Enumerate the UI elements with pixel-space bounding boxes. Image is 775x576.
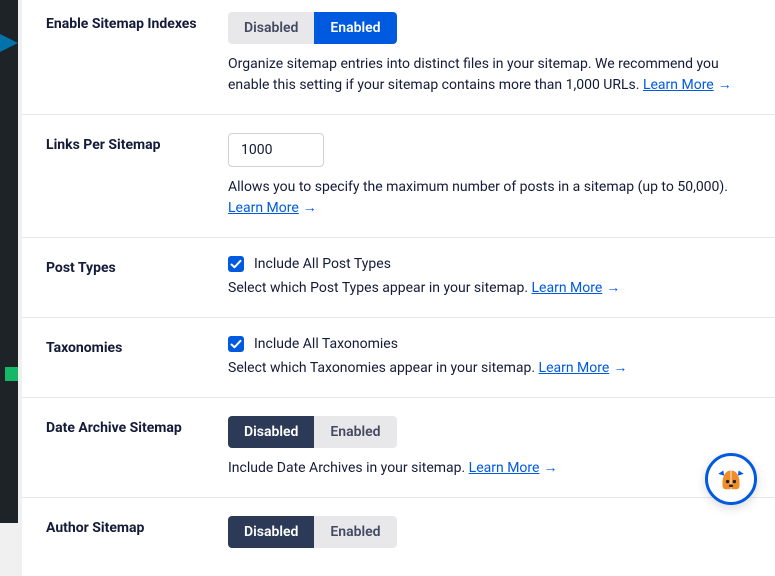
label-date-archive: Date Archive Sitemap: [46, 416, 228, 436]
arrow-right-icon: →: [606, 278, 620, 299]
toggle-enabled-button[interactable]: Enabled: [314, 516, 396, 548]
checkbox-label: Include All Taxonomies: [254, 336, 398, 352]
arrow-right-icon: →: [718, 75, 732, 96]
toggle-enabled-button[interactable]: Enabled: [314, 416, 396, 448]
include-all-post-types-checkbox[interactable]: [228, 256, 244, 272]
toggle-sitemap-indexes: Disabled Enabled: [228, 12, 397, 44]
toggle-disabled-button[interactable]: Disabled: [228, 416, 314, 448]
mascot-icon: [714, 462, 748, 496]
row-author-sitemap: Author Sitemap Disabled Enabled: [22, 498, 775, 576]
toggle-enabled-button[interactable]: Enabled: [314, 12, 396, 44]
label-links-per-sitemap: Links Per Sitemap: [46, 133, 228, 153]
help-mascot-button[interactable]: [705, 453, 757, 505]
field-sitemap-indexes: Disabled Enabled Organize sitemap entrie…: [228, 12, 751, 96]
desc-sitemap-indexes: Organize sitemap entries into distinct f…: [228, 54, 751, 96]
arrow-right-icon: →: [543, 458, 557, 479]
checkbox-row-taxonomies: Include All Taxonomies: [228, 336, 751, 352]
toggle-disabled-button[interactable]: Disabled: [228, 516, 314, 548]
learn-more-link[interactable]: Learn More: [532, 280, 603, 296]
row-post-types: Post Types Include All Post Types Select…: [22, 238, 775, 318]
desc-taxonomies: Select which Taxonomies appear in your s…: [228, 358, 751, 379]
collapse-triangle-icon[interactable]: [0, 34, 18, 52]
field-date-archive: Disabled Enabled Include Date Archives i…: [228, 416, 751, 479]
learn-more-link[interactable]: Learn More: [539, 360, 610, 376]
checkbox-label: Include All Post Types: [254, 256, 391, 272]
desc-post-types: Select which Post Types appear in your s…: [228, 278, 751, 299]
field-post-types: Include All Post Types Select which Post…: [228, 256, 751, 299]
row-taxonomies: Taxonomies Include All Taxonomies Select…: [22, 318, 775, 398]
field-author-sitemap: Disabled Enabled: [228, 516, 751, 558]
desc-text: Select which Taxonomies appear in your s…: [228, 360, 539, 376]
arrow-right-icon: →: [613, 358, 627, 379]
desc-text: Select which Post Types appear in your s…: [228, 280, 532, 296]
row-links-per-sitemap: Links Per Sitemap Allows you to specify …: [22, 115, 775, 238]
field-links-per-sitemap: Allows you to specify the maximum number…: [228, 133, 751, 219]
sitemap-settings-panel: Enable Sitemap Indexes Disabled Enabled …: [22, 0, 775, 576]
label-sitemap-indexes: Enable Sitemap Indexes: [46, 12, 228, 32]
check-icon: [230, 258, 242, 270]
plugin-badge-icon: [5, 367, 18, 381]
learn-more-link[interactable]: Learn More: [469, 460, 540, 476]
label-taxonomies: Taxonomies: [46, 336, 228, 356]
links-per-sitemap-input[interactable]: [228, 133, 324, 167]
row-sitemap-indexes: Enable Sitemap Indexes Disabled Enabled …: [22, 0, 775, 115]
include-all-taxonomies-checkbox[interactable]: [228, 336, 244, 352]
toggle-author-sitemap: Disabled Enabled: [228, 516, 397, 548]
learn-more-link[interactable]: Learn More: [643, 77, 714, 93]
learn-more-link[interactable]: Learn More: [228, 200, 299, 216]
row-date-archive: Date Archive Sitemap Disabled Enabled In…: [22, 398, 775, 498]
toggle-date-archive: Disabled Enabled: [228, 416, 397, 448]
arrow-right-icon: →: [303, 198, 317, 219]
desc-text: Allows you to specify the maximum number…: [228, 179, 728, 195]
desc-date-archive: Include Date Archives in your sitemap. L…: [228, 458, 751, 479]
checkbox-row-post-types: Include All Post Types: [228, 256, 751, 272]
toggle-disabled-button[interactable]: Disabled: [228, 12, 314, 44]
field-taxonomies: Include All Taxonomies Select which Taxo…: [228, 336, 751, 379]
desc-text: Include Date Archives in your sitemap.: [228, 460, 469, 476]
desc-links-per-sitemap: Allows you to specify the maximum number…: [228, 177, 751, 219]
label-author-sitemap: Author Sitemap: [46, 516, 228, 536]
label-post-types: Post Types: [46, 256, 228, 276]
check-icon: [230, 338, 242, 350]
wp-admin-sidebar: [0, 0, 18, 523]
